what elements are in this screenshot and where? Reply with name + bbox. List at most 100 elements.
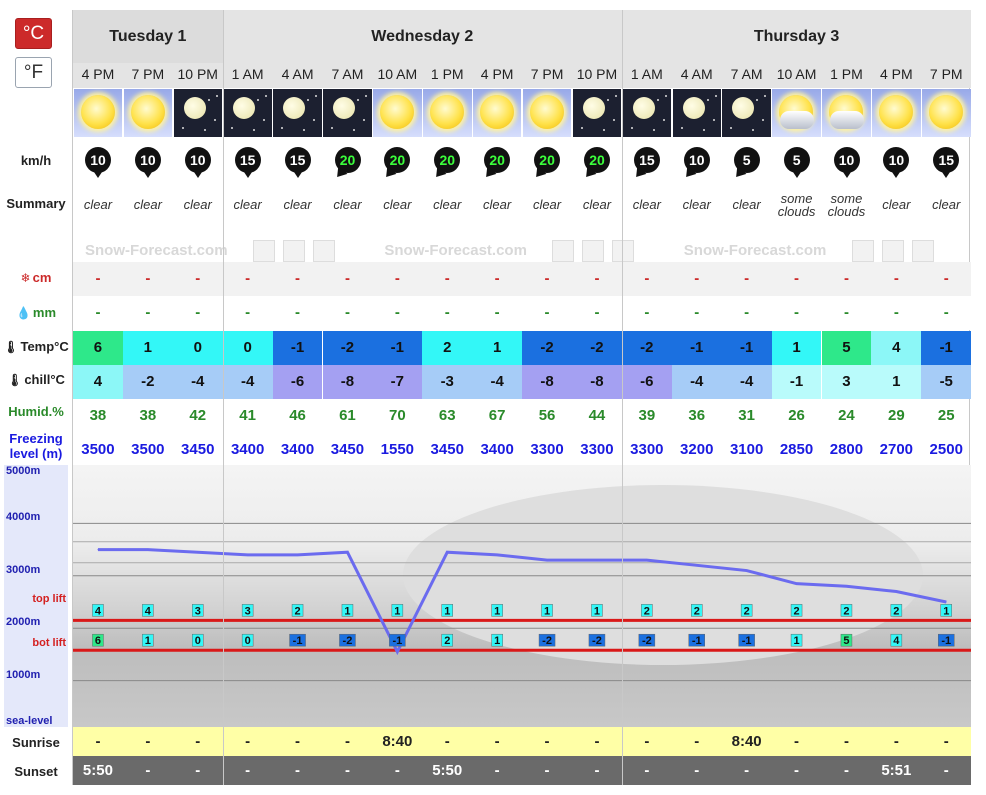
celsius-toggle-button[interactable]: °C bbox=[15, 18, 52, 49]
sunrise-value: - bbox=[295, 733, 301, 750]
moon-shape bbox=[183, 97, 206, 119]
time-label: 10 AM bbox=[377, 66, 418, 82]
top-lift-temp-value: 2 bbox=[294, 605, 300, 617]
arrow-icon bbox=[552, 240, 575, 262]
bottom-lift-temp-value: 1 bbox=[494, 635, 500, 647]
temperature-cell: -2 bbox=[322, 331, 373, 365]
wind-chill-cell: -8 bbox=[522, 365, 572, 399]
rain-row-label: 💧 mm bbox=[0, 305, 72, 320]
snow-row-label: ❄ cm bbox=[0, 270, 72, 285]
rain-value: - bbox=[694, 304, 700, 321]
humid-row-label: Humid.% bbox=[8, 404, 64, 419]
wind-chill-cell: 3 bbox=[821, 365, 872, 399]
rain-value: - bbox=[195, 304, 201, 321]
rain-unit-text: mm bbox=[32, 305, 57, 320]
rain-value: - bbox=[893, 304, 899, 321]
snow-value: - bbox=[444, 270, 450, 287]
freezing-row-label: Freezing level (m) bbox=[9, 431, 63, 461]
temperature-cell: 5 bbox=[821, 331, 872, 365]
temperature-cell: -1 bbox=[721, 331, 772, 365]
altitude-tick-label: 2000m bbox=[6, 616, 41, 629]
summary-text: clear bbox=[433, 197, 462, 212]
time-label: 10 AM bbox=[776, 66, 817, 82]
star-dot bbox=[656, 99, 659, 101]
star-dot bbox=[662, 119, 665, 121]
time-label: 4 PM bbox=[879, 66, 913, 82]
snow-value: - bbox=[943, 270, 949, 287]
star-dot bbox=[614, 95, 617, 97]
day-header-row: Tuesday 1 Wednesday 2 Thursday 3 bbox=[73, 10, 972, 63]
star-dot bbox=[313, 119, 316, 121]
sunrise-value: - bbox=[943, 733, 949, 750]
top-lift-temp-value: 1 bbox=[943, 605, 949, 617]
wind-direction-arrow-icon bbox=[291, 169, 304, 178]
sunset-value: - bbox=[295, 762, 301, 779]
temperature-cell: -2 bbox=[522, 331, 572, 365]
top-lift-label: top lift bbox=[32, 593, 66, 606]
turn-icon bbox=[283, 240, 305, 262]
watermark-text: Snow-Forecast.com bbox=[85, 242, 228, 259]
star-dot bbox=[602, 129, 605, 131]
bottom-lift-temp-value: 0 bbox=[245, 635, 251, 647]
freezing-level-value: 3400 bbox=[230, 441, 265, 458]
freezing-level-point bbox=[596, 559, 598, 561]
moon-shape bbox=[233, 97, 256, 119]
top-lift-temp-value: 3 bbox=[245, 605, 251, 617]
bottom-lift-temp-value: 0 bbox=[195, 635, 201, 647]
sun-icon bbox=[373, 89, 422, 137]
top-lift-temp-value: 1 bbox=[344, 605, 350, 617]
freezing-level-value: 2500 bbox=[929, 441, 963, 458]
wind-chill-cell: -4 bbox=[671, 365, 722, 399]
day-header: Wednesday 2 bbox=[222, 10, 622, 63]
temperature-cell: 4 bbox=[871, 331, 922, 365]
rain-value: - bbox=[494, 304, 500, 321]
time-label: 4 PM bbox=[81, 66, 115, 82]
temperature-cell: 2 bbox=[422, 331, 473, 365]
star-dot bbox=[231, 127, 234, 129]
bottom-lift-temp-value: -1 bbox=[293, 635, 303, 647]
freezing-level-point bbox=[97, 549, 99, 551]
altitude-tick-label: 3000m bbox=[6, 563, 41, 576]
fahrenheit-toggle-button[interactable]: °F bbox=[15, 57, 52, 88]
day-separator bbox=[222, 10, 224, 785]
bottom-lift-temp-value: 6 bbox=[95, 635, 101, 647]
snow-value: - bbox=[794, 270, 800, 287]
wind-chill-cell: -2 bbox=[122, 365, 173, 399]
wind-direction-arrow-icon bbox=[790, 169, 803, 178]
freezing-level-value: 3400 bbox=[480, 441, 514, 458]
freezing-level-point bbox=[396, 651, 398, 653]
sunset-row-label: Sunset bbox=[14, 764, 58, 779]
sunset-value: - bbox=[644, 762, 650, 779]
freezing-level-point bbox=[197, 551, 199, 553]
star-dot bbox=[253, 129, 256, 131]
freezing-level-value: 3300 bbox=[630, 441, 664, 458]
freezing-level-value: 3450 bbox=[181, 441, 215, 458]
wind-chill-row: 4 -2 -4 -4 -6 -8 -7 -3 -4 -8 -8 -6 -4 -4 -1 3 1 -5 bbox=[73, 365, 972, 399]
freezing-level-series-line bbox=[97, 548, 947, 656]
bottom-lift-temp-value: 4 bbox=[893, 635, 900, 647]
bottom-lift-label: bot lift bbox=[32, 637, 66, 650]
humidity-value: 26 bbox=[788, 407, 805, 424]
humidity-value: 44 bbox=[588, 407, 606, 424]
star-dot bbox=[365, 95, 368, 97]
summary-text: clear bbox=[133, 197, 162, 212]
time-label: 4 AM bbox=[680, 66, 713, 82]
watermark-text: Snow-Forecast.com bbox=[683, 242, 827, 259]
sun-shape bbox=[479, 95, 514, 129]
wind-direction-arrow-icon bbox=[191, 169, 204, 178]
bottom-lift-temp-value: -1 bbox=[742, 635, 752, 647]
weather-icon-row bbox=[73, 88, 971, 139]
freezing-level-value: 2850 bbox=[779, 441, 814, 458]
wind-chill-cell: -6 bbox=[621, 365, 672, 399]
wind-direction-arrow-icon bbox=[940, 169, 953, 178]
temp-row-label: 🌡 Temp°C bbox=[0, 339, 72, 354]
time-label: 1 AM bbox=[630, 66, 663, 82]
summary-text: clear bbox=[732, 197, 761, 212]
freezing-level-point bbox=[446, 551, 448, 553]
freezing-level-point bbox=[247, 554, 249, 556]
turn-icon bbox=[582, 240, 605, 262]
rain-value: - bbox=[594, 304, 600, 321]
snow-value: - bbox=[344, 270, 350, 287]
top-lift-temp-value: 1 bbox=[594, 605, 600, 617]
chill-unit-text: chill°C bbox=[24, 372, 65, 387]
